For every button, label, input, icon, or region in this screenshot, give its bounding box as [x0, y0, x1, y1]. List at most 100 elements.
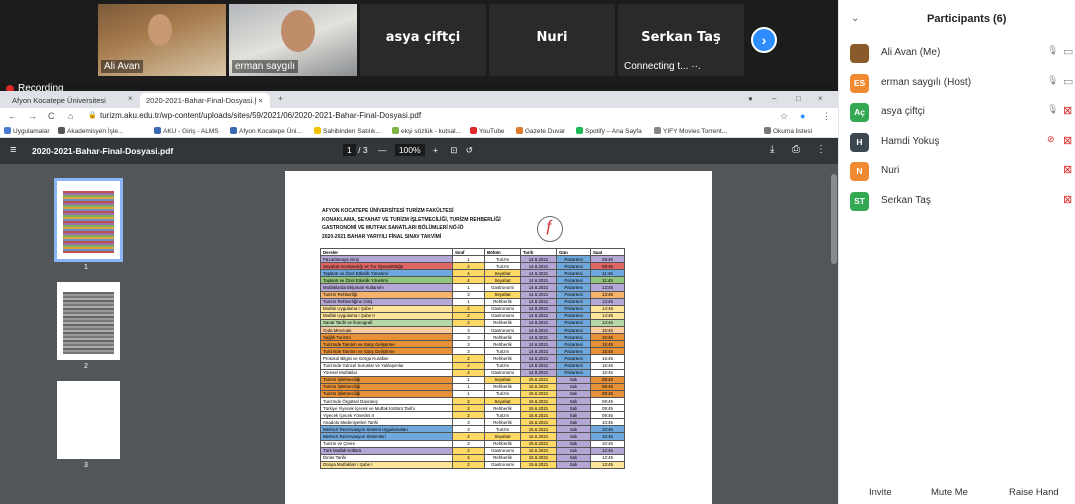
- tile-name: erman saygılı: [232, 60, 299, 73]
- more-options-icon[interactable]: ⋮: [816, 144, 826, 155]
- url-input[interactable]: turizm.aku.edu.tr/wp-content/uploads/sit…: [100, 111, 421, 120]
- table-row: Turizm İşletmeciliği 1 Turizm 15.6.2021 Salı…: [320, 389, 625, 398]
- bookmark[interactable]: AKU - Giriş - ALMS: [154, 127, 219, 135]
- table-cell: 14.6.2021: [520, 340, 557, 349]
- table-cell: Salı: [556, 418, 591, 427]
- print-icon[interactable]: ⎙: [792, 144, 800, 155]
- participant-row[interactable]: ES erman saygılı (Host) 🎙 ▭: [839, 68, 1075, 98]
- table-cell: 15:45: [590, 347, 625, 356]
- video-tile-serkan[interactable]: Serkan Taş Connecting t... ··.: [618, 4, 744, 76]
- header-cell: Sınıf: [452, 247, 485, 257]
- table-cell: Salı: [556, 389, 591, 398]
- table-cell: Salı: [556, 425, 591, 434]
- bookmark[interactable]: Gazete Duvar: [516, 127, 565, 135]
- close-window-icon[interactable]: ×: [818, 94, 823, 103]
- mute-me-button[interactable]: Mute Me: [931, 487, 968, 498]
- participant-row[interactable]: H Hamdi Yokuş ⊘ ⊠: [839, 127, 1075, 157]
- star-icon[interactable]: ☆: [780, 111, 788, 122]
- close-tab-icon[interactable]: ×: [128, 94, 133, 103]
- hamburger-menu-icon[interactable]: ≡: [10, 144, 16, 156]
- table-row: Gıda Mevzuatı 3 Gastronomi 14.6.2021 Pazarte…: [320, 326, 625, 335]
- maximize-icon[interactable]: □: [796, 94, 801, 103]
- table-cell: Turizm: [484, 361, 521, 370]
- camera-off-icon: ⊠: [1063, 105, 1073, 117]
- participants-panel: ⌄ Participants (6) Ali Avan (Me) 🎙 ▭ ES erma…: [838, 0, 1075, 504]
- zoom-out-icon[interactable]: —: [378, 145, 387, 155]
- page-thumbnail[interactable]: [57, 381, 120, 459]
- reload-icon[interactable]: C: [48, 111, 55, 121]
- table-cell: Pazartesi: [556, 269, 591, 278]
- table-cell: 14.6.2021: [520, 368, 557, 377]
- bookmark[interactable]: Sahibinden Satılık...: [314, 127, 381, 135]
- participant-row[interactable]: Aç asya çiftçi 🎙 ⊠: [839, 97, 1075, 127]
- new-tab-icon[interactable]: +: [278, 94, 283, 103]
- scrollbar[interactable]: [830, 164, 838, 504]
- tab-pdf[interactable]: 2020-2021-Bahar-Final-Dosyasi.| ×: [140, 93, 270, 108]
- bookmark[interactable]: Uygulamalar: [4, 127, 50, 135]
- table-row: Yiyecek İçecek Yönetimi II 2 Turizm 15.6.20…: [320, 411, 625, 420]
- pdf-viewer[interactable]: AFYON KOCATEPE ÜNİVERSİTESİ TURİZM FAKÜL…: [170, 164, 838, 504]
- table-cell: Turizmde Örgütsel Davranış: [320, 396, 453, 406]
- raise-hand-button[interactable]: Raise Hand: [1009, 487, 1059, 498]
- table-row: Turizmde Güncel Sorunlar ve Yaklaşımlar 4…: [320, 361, 625, 370]
- table-row: Merkezi Rezervasyon Sistemi Uygulamaları…: [320, 425, 625, 434]
- page-thumbnail[interactable]: [57, 282, 120, 360]
- video-tile-ali[interactable]: Ali Avan: [98, 4, 226, 76]
- table-cell: 3: [452, 439, 485, 448]
- scrollbar-thumb[interactable]: [831, 174, 837, 264]
- bookmark[interactable]: ekşi sözlük - kutsal...: [392, 127, 461, 135]
- page-number-input[interactable]: 1: [343, 144, 356, 156]
- bookmark[interactable]: Afyon Kocatepe Üni...: [230, 127, 302, 135]
- table-cell: 15.6.2021: [520, 396, 557, 406]
- bookmark[interactable]: Spotify – Ana Sayfa: [576, 127, 642, 135]
- forward-icon[interactable]: →: [28, 111, 37, 121]
- video-tile-erman[interactable]: erman saygılı: [229, 4, 357, 76]
- participant-row[interactable]: N Nuri ⊠: [839, 156, 1075, 186]
- table-cell: 3: [452, 333, 485, 342]
- table-cell: 2: [452, 311, 485, 320]
- microphone-icon: 🎙: [1047, 45, 1059, 55]
- bookmark[interactable]: YouTube: [470, 127, 505, 135]
- table-cell: 2: [452, 354, 485, 363]
- menu-icon[interactable]: ⋮: [822, 111, 831, 122]
- table-cell: 4: [452, 361, 485, 370]
- reading-list[interactable]: Okuma listesi: [764, 127, 812, 135]
- fit-page-icon[interactable]: ⊡: [450, 145, 457, 155]
- participant-row[interactable]: Ali Avan (Me) 🎙 ▭: [839, 38, 1075, 68]
- table-cell: 09:45: [590, 411, 625, 420]
- page-thumbnail[interactable]: [54, 178, 123, 262]
- back-icon[interactable]: ←: [8, 111, 17, 121]
- next-page-arrow-icon[interactable]: ›: [751, 27, 777, 53]
- table-cell: Seyahat: [484, 269, 521, 278]
- minimize-icon[interactable]: –: [772, 94, 776, 103]
- table-cell: Anadolu Medeniyetleri Tarihi: [320, 418, 453, 427]
- rotate-icon[interactable]: ↺: [466, 145, 473, 155]
- bookmark[interactable]: YIFY Movies Torrent...: [654, 127, 727, 135]
- table-cell: Pazartesi: [556, 311, 591, 320]
- tab-search-icon[interactable]: ●: [748, 94, 753, 103]
- chevron-down-icon[interactable]: ⌄: [851, 13, 859, 24]
- table-row: Sağlık Turizmi 3 Rehberlik 14.6.2021 Pazarte…: [320, 333, 625, 342]
- participant-row[interactable]: ST Serkan Taş ⊠: [839, 186, 1075, 216]
- home-icon[interactable]: ⌂: [68, 111, 73, 121]
- table-cell: Rehberlik: [484, 340, 521, 349]
- table-cell: Rehberlik: [484, 418, 521, 427]
- table-cell: Turizm ve Çevre: [320, 439, 453, 448]
- table-cell: Pazartesi: [556, 368, 591, 377]
- table-cell: Turizm: [484, 347, 521, 356]
- camera-off-icon: ⊠: [1063, 164, 1073, 176]
- tab-aku[interactable]: Afyon Kocatepe Üniversitesi: [6, 93, 112, 108]
- invite-button[interactable]: Invite: [869, 487, 892, 498]
- video-tile-asya[interactable]: asya çiftçi: [360, 4, 486, 76]
- video-tile-nuri[interactable]: Nuri: [489, 4, 615, 76]
- zoom-in-icon[interactable]: +: [433, 145, 438, 155]
- bookmark[interactable]: Akademisyen İşle...: [58, 127, 123, 135]
- table-cell: 3: [452, 418, 485, 427]
- table-cell: 15:45: [590, 340, 625, 349]
- table-cell: Rehberlik: [484, 404, 521, 413]
- pdf-toolbar: ≡ 2020-2021-Bahar-Final-Dosyasi.pdf 1 / …: [0, 138, 838, 164]
- extension-icon[interactable]: ●: [800, 111, 805, 121]
- table-cell: 3: [452, 340, 485, 349]
- download-icon[interactable]: ⤓: [770, 144, 774, 155]
- zoom-level[interactable]: 100%: [394, 144, 425, 156]
